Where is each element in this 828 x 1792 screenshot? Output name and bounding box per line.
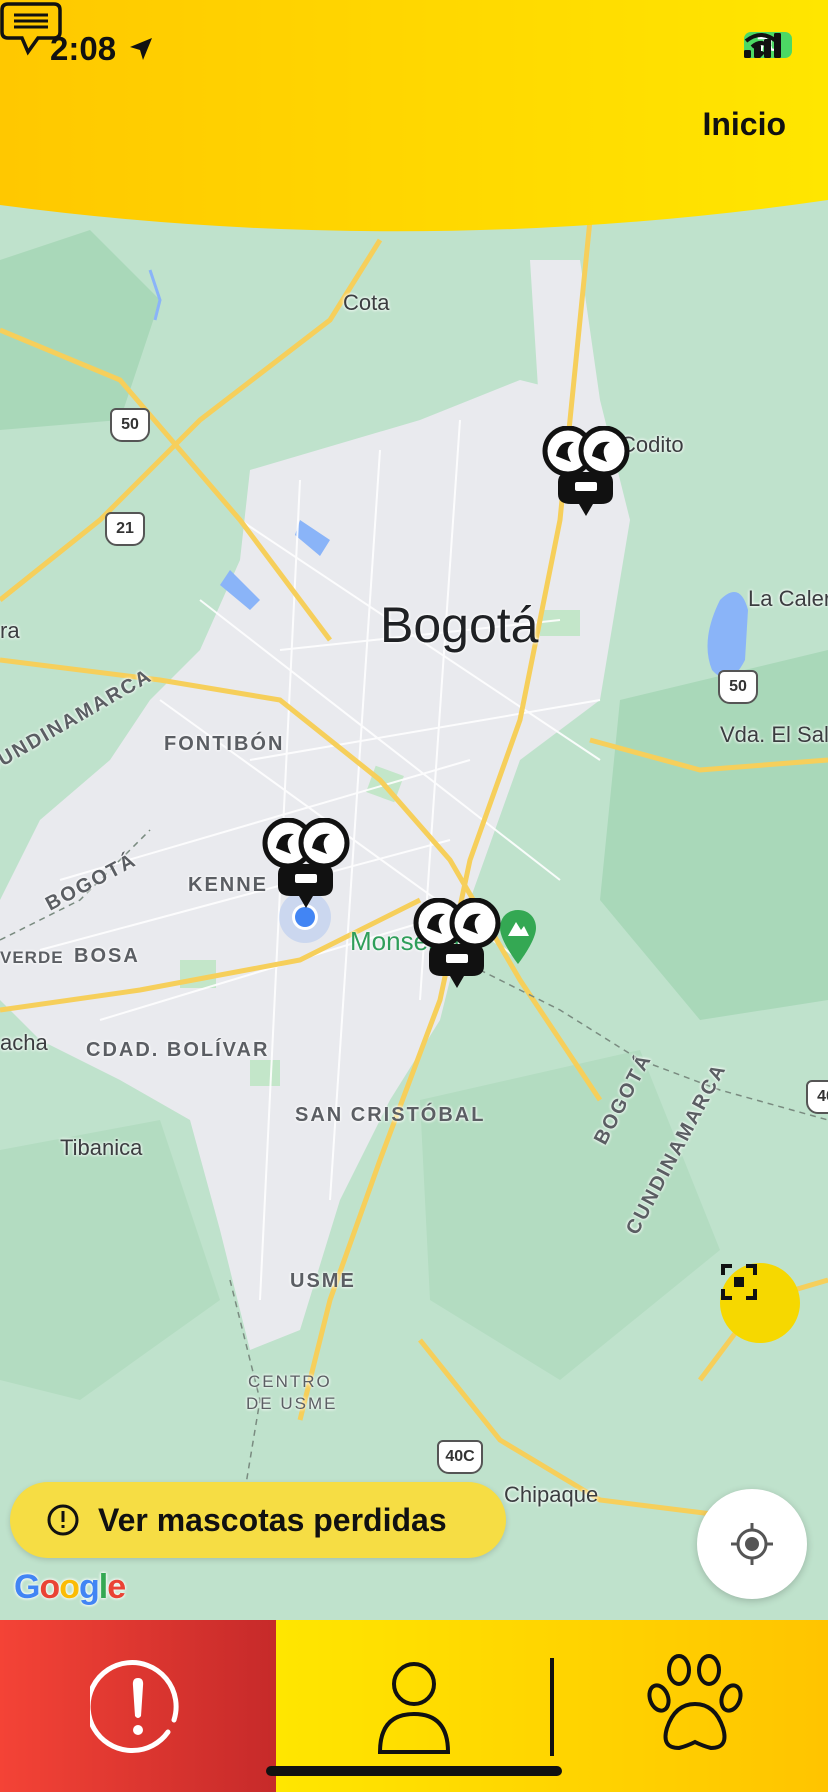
map-label-chipaque: Chipaque [504,1482,599,1507]
page-title[interactable]: Inicio [702,106,786,143]
map-label-cota: Cota [343,290,390,315]
route-shield: 40 [806,1080,828,1114]
map-label-acha: acha [0,1030,48,1055]
map-label-la-calera: La Calera [748,586,828,611]
info-alert-icon [47,1504,79,1536]
map-label-san-cristobal: SAN CRISTÓBAL [295,1104,486,1126]
chat-bubble-icon[interactable] [0,0,62,56]
lost-pets-button[interactable]: Ver mascotas perdidas [10,1482,506,1558]
map-label-bosa: BOSA [74,945,140,967]
map-label-fontibon: FONTIBÓN [164,733,285,755]
pet-marker-icon[interactable] [412,898,502,998]
nav-divider [550,1658,554,1756]
map-view[interactable]: 50 21 50 40C 40 Cota Codito La Calera Vd… [0,0,828,1620]
route-shield: 50 [110,408,150,442]
park-pin-icon[interactable] [498,908,538,966]
lost-pets-label: Ver mascotas perdidas [98,1501,447,1538]
home-indicator [266,1766,562,1776]
google-logo: Google [14,1568,126,1606]
fit-markers-button[interactable] [720,1263,800,1343]
route-shield: 50 [718,670,758,704]
crosshair-icon [731,1523,773,1565]
map-label-centro-usme-2: DE USME [246,1394,338,1413]
app-header: 2:08 70 Inicio [0,0,828,240]
map-label-usme: USME [290,1270,356,1292]
alert-tab[interactable] [0,1620,276,1792]
map-label-ra: ra [0,618,20,643]
map-background [0,0,828,1620]
status-icons: 70 [744,32,792,58]
pets-tab[interactable] [640,1650,750,1770]
focus-frame-icon [721,1264,757,1300]
pet-marker-icon[interactable] [541,426,631,526]
map-label-kennedy: KENNE [188,874,269,896]
map-label-centro-usme: CENTRO [248,1372,332,1391]
alert-circle-icon [90,1660,179,1754]
user-icon [377,1662,451,1754]
map-label-vda-el-salitre: Vda. El Sal [720,722,828,747]
my-location-button[interactable] [697,1489,807,1599]
wifi-icon [744,33,778,57]
map-label-cdad-bolivar: CDAD. BOLÍVAR [86,1039,270,1061]
profile-tab[interactable] [344,1656,484,1776]
route-shield: 40C [437,1440,483,1474]
paw-icon [647,1654,743,1751]
map-label-city: Bogotá [380,597,539,653]
pet-marker-icon[interactable] [261,818,351,918]
location-arrow-icon [130,38,152,60]
map-label-tibanica: Tibanica [60,1135,143,1160]
route-shield: 21 [105,512,145,546]
map-label-verde: VERDE [0,948,64,967]
